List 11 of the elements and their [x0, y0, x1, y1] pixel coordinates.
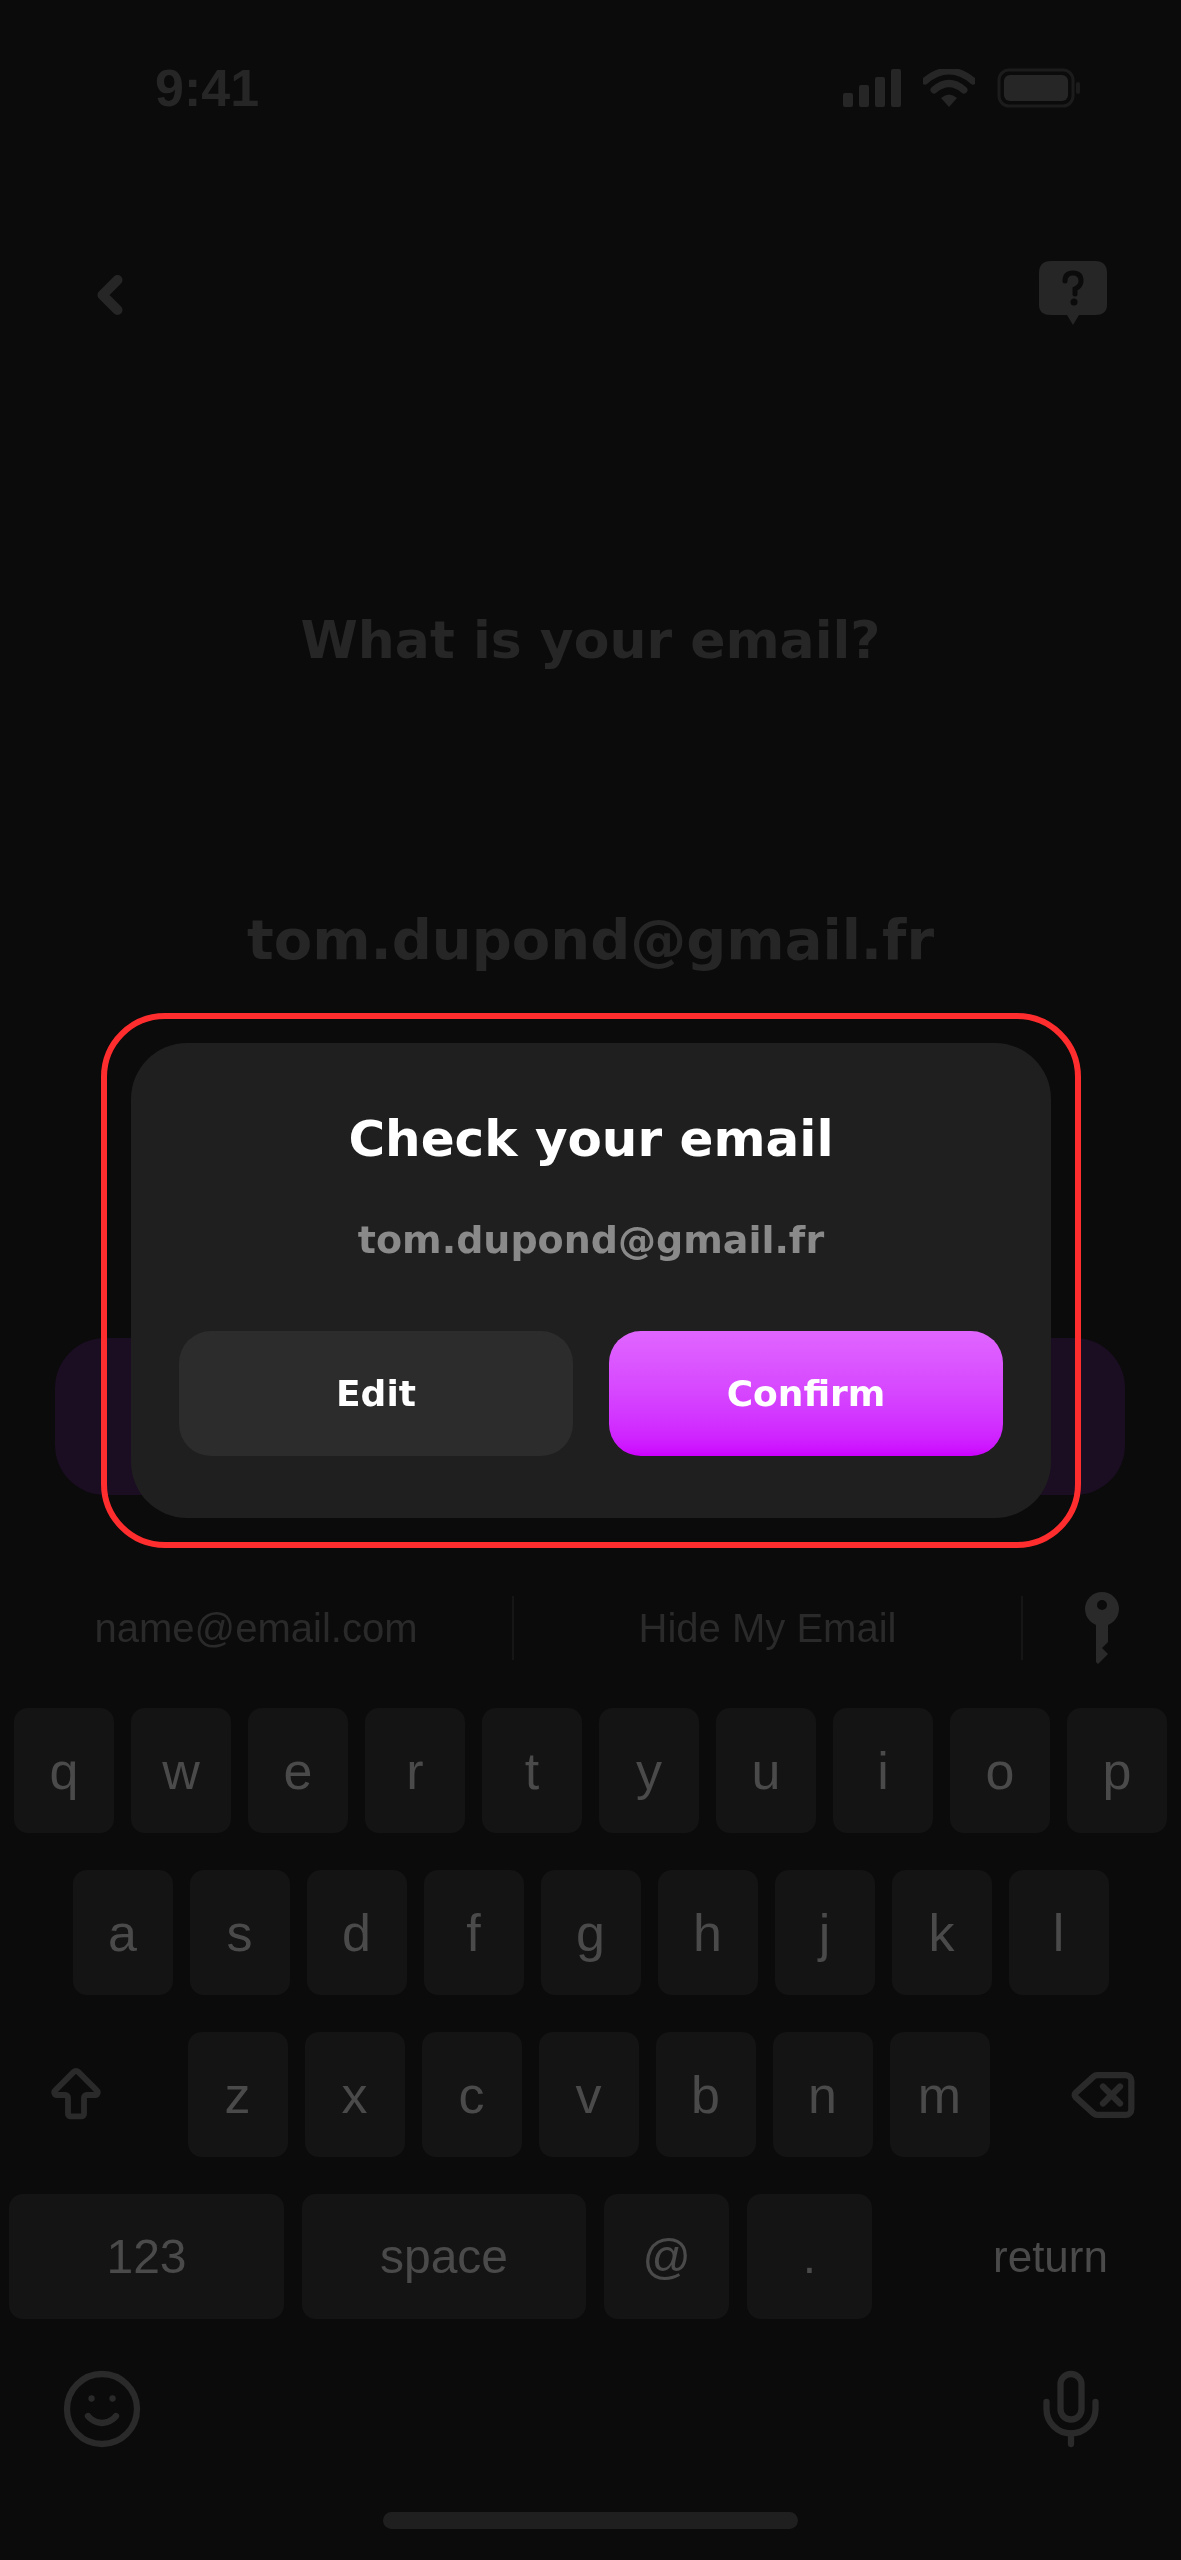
- dialog-email: tom.dupond@gmail.fr: [357, 1217, 825, 1264]
- keyboard-key[interactable]: @: [604, 2194, 729, 2319]
- battery-icon: [997, 68, 1081, 108]
- dialog-title: Check your email: [348, 1109, 834, 1170]
- edit-button[interactable]: Edit: [179, 1331, 573, 1456]
- return-key[interactable]: return: [890, 2223, 1181, 2290]
- confirm-button[interactable]: Confirm: [609, 1331, 1003, 1456]
- key-icon[interactable]: [1085, 1592, 1119, 1664]
- keyboard-key[interactable]: .: [747, 2194, 872, 2319]
- wifi-icon: [923, 69, 975, 107]
- signal-icon: [843, 69, 901, 107]
